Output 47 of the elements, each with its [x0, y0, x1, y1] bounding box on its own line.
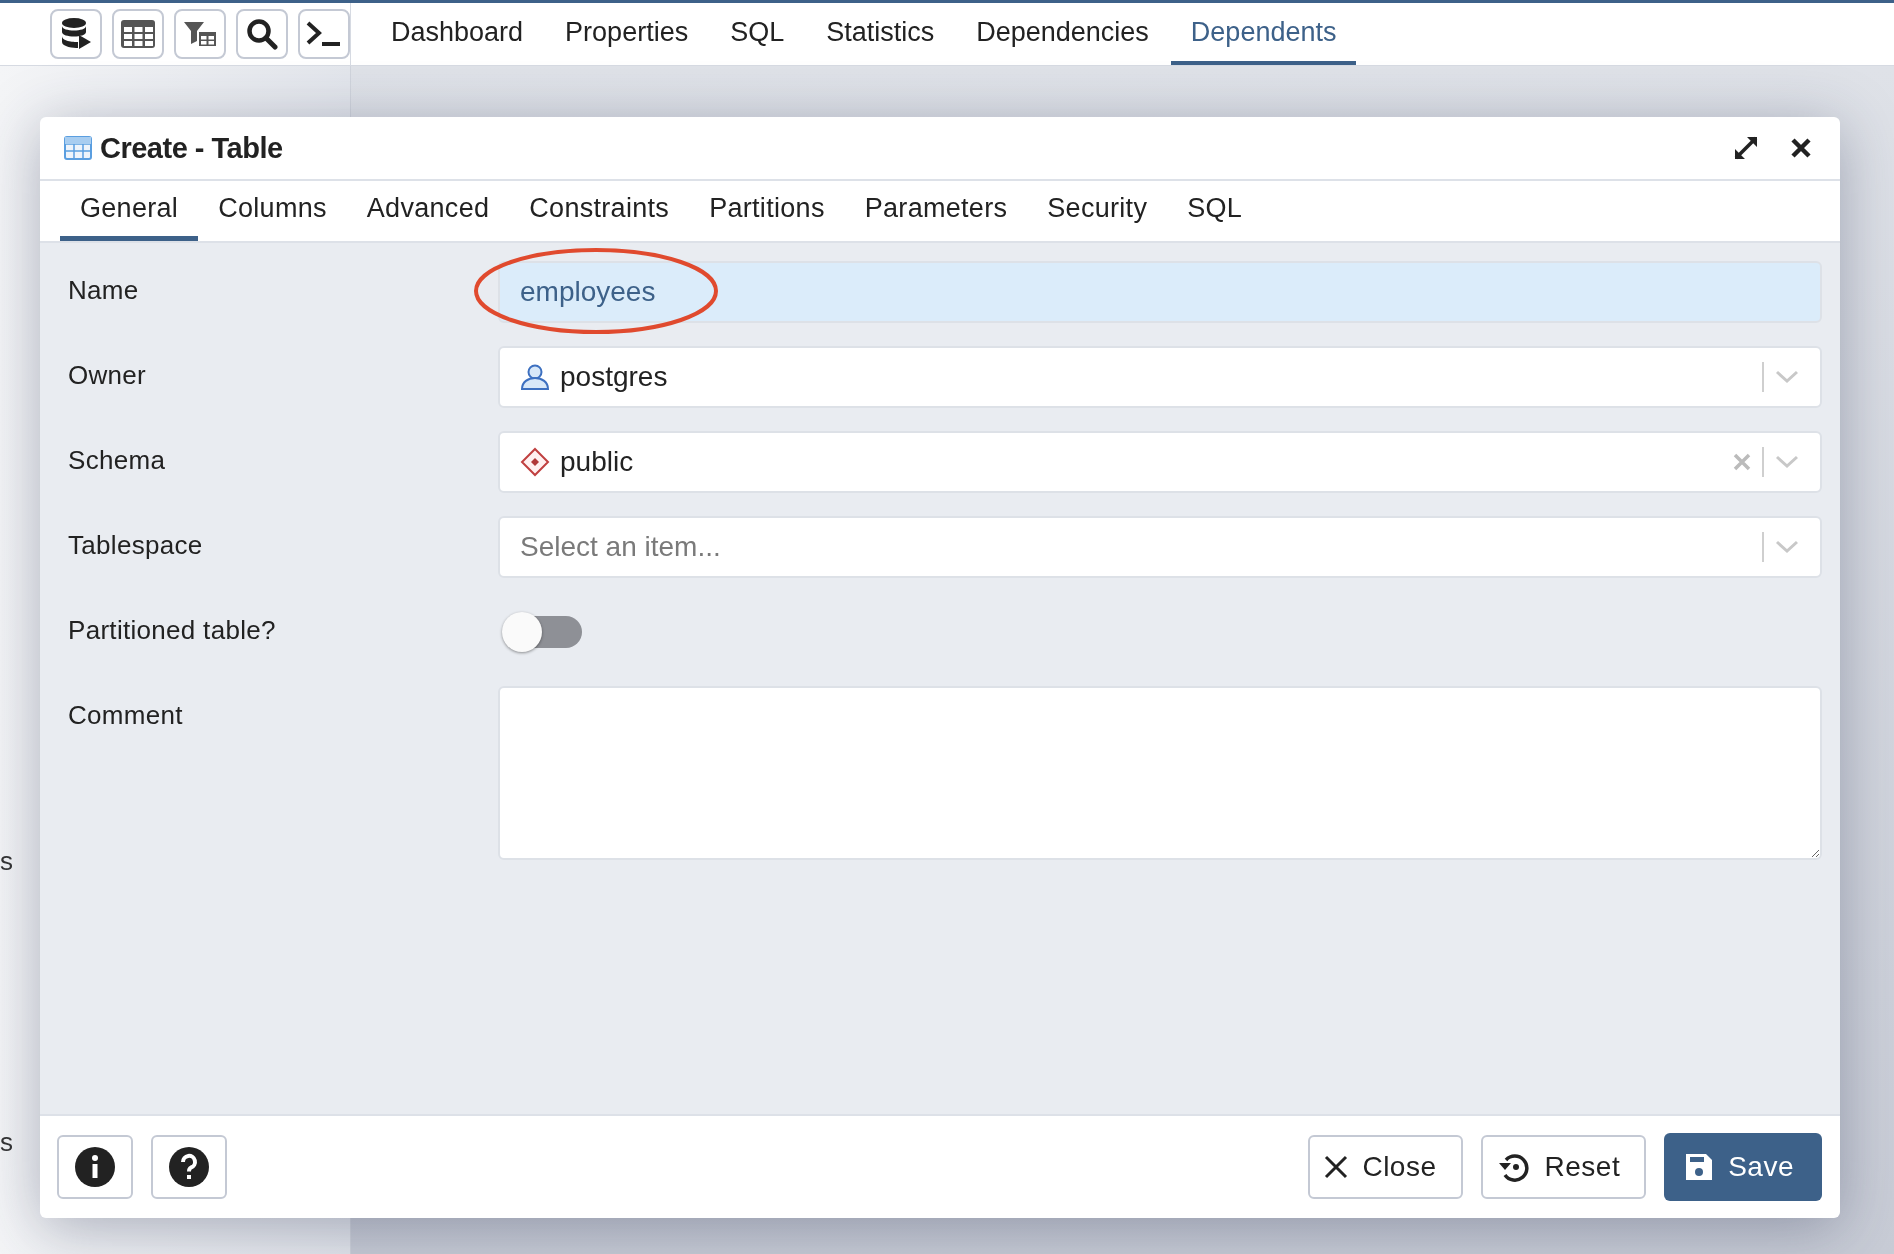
nav-tab[interactable]: Dashboard: [371, 3, 544, 65]
chevron-down-icon: [1774, 454, 1800, 470]
select-field[interactable]: Select an item...: [498, 516, 1822, 578]
expand-icon: [1732, 134, 1760, 162]
reset-icon: [1496, 1151, 1531, 1183]
close-icon: [1790, 137, 1812, 159]
field-label: Schema: [68, 444, 167, 477]
select-field[interactable]: public: [498, 431, 1822, 493]
field-label: Comment: [68, 699, 184, 732]
field-label: Owner: [68, 359, 148, 392]
save-icon: [1684, 1151, 1715, 1183]
nav-tab[interactable]: Properties: [545, 3, 709, 65]
database-query-button[interactable]: [50, 9, 102, 59]
table-view-button[interactable]: [112, 9, 164, 59]
table-icon: [64, 136, 92, 160]
info-icon: [74, 1146, 116, 1188]
info-button[interactable]: [57, 1135, 133, 1199]
field-label: Partitioned table?: [68, 614, 277, 647]
sidebar-text: s: [0, 846, 14, 877]
close-icon: [1324, 1155, 1349, 1179]
nav-tab[interactable]: Statistics: [806, 3, 955, 65]
help-button[interactable]: [151, 1135, 227, 1199]
chevron-down-icon: [1774, 369, 1800, 385]
chevron-down-icon: [1774, 539, 1800, 555]
dialog-title: Create - Table: [100, 131, 284, 165]
help-icon: [168, 1146, 210, 1188]
diamond-icon: [520, 447, 550, 477]
grid-icon: [120, 19, 156, 49]
name-field[interactable]: employees: [498, 261, 1822, 323]
field-label: Name: [68, 274, 140, 307]
database-icon: [60, 17, 92, 51]
sidebar-text: s: [0, 1127, 14, 1158]
search-icon: [246, 18, 278, 50]
filter-table-button[interactable]: [174, 9, 226, 59]
select-field[interactable]: postgres: [498, 346, 1822, 408]
field-label: Tablespace: [68, 529, 204, 562]
comment-field[interactable]: [498, 686, 1822, 860]
nav-tab[interactable]: SQL: [710, 3, 805, 65]
search-button[interactable]: [236, 9, 288, 59]
save-button[interactable]: Save: [1664, 1133, 1822, 1201]
terminal-button[interactable]: [298, 9, 350, 59]
nav-tab[interactable]: Dependencies: [956, 3, 1169, 65]
terminal-icon: [305, 20, 343, 48]
reset-button[interactable]: Reset: [1480, 1135, 1647, 1199]
filter-icon: [183, 20, 217, 48]
close-button[interactable]: Close: [1308, 1135, 1463, 1199]
user-icon: [520, 363, 550, 391]
